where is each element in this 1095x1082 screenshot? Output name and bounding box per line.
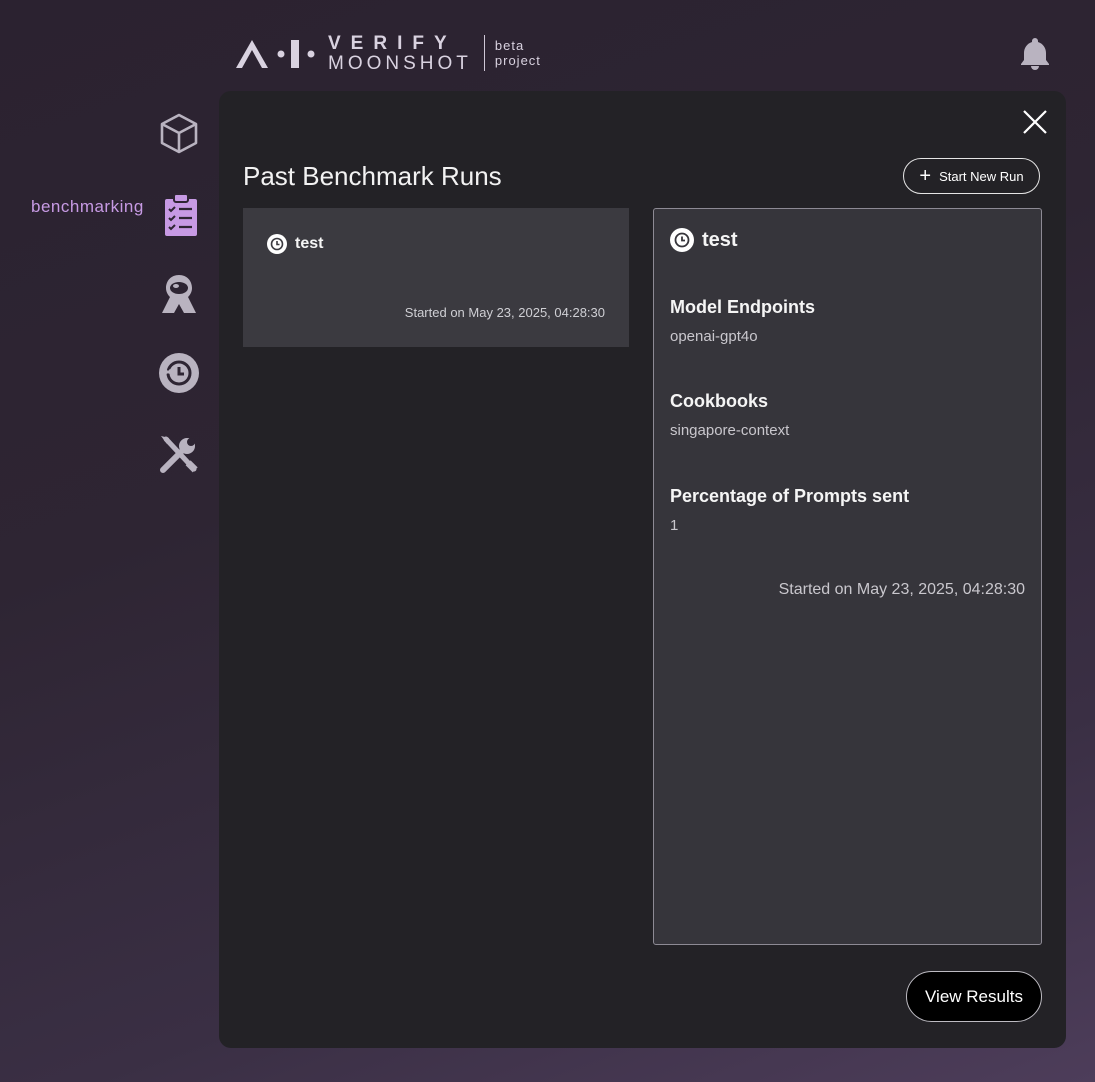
cookbooks-label: Cookbooks — [670, 391, 769, 411]
cube-icon — [160, 113, 198, 154]
sidebar-item-red-teaming[interactable] — [158, 273, 202, 317]
beta-badge: beta project — [495, 38, 541, 68]
bell-icon[interactable] — [1019, 36, 1051, 70]
list-item[interactable]: test Started on May 23, 2025, 04:28:30 — [243, 208, 629, 347]
sidebar-item-models[interactable] — [158, 112, 202, 156]
beta-badge-line-1: beta — [494, 38, 525, 53]
run-detail-card: test Model Endpoints openai-gpt4o Cookbo… — [653, 208, 1042, 945]
start-new-run-label: Start New Run — [939, 168, 1024, 184]
model-endpoints-label: Model Endpoints — [670, 297, 815, 317]
beta-badge-line-2: project — [494, 53, 541, 68]
sidebar-item-benchmarking[interactable]: benchmarking — [28, 192, 204, 238]
run-name: test — [295, 235, 324, 252]
start-new-run-button[interactable]: + Start New Run — [903, 158, 1040, 194]
detail-start-time: Started on May 23, 2025, 04:28:30 — [778, 581, 1025, 598]
page-title: Past Benchmark Runs — [243, 161, 502, 191]
prompts-sent-label: Percentage of Prompts sent — [670, 486, 910, 506]
past-runs-panel: Past Benchmark Runs + Start New Run test… — [219, 91, 1066, 1048]
run-start-time: Started on May 23, 2025, 04:28:30 — [404, 305, 605, 320]
logo-word-moonshot: MOONSHOT — [328, 52, 472, 74]
plus-icon: + — [919, 165, 932, 187]
sidebar-item-utilities[interactable] — [158, 433, 202, 477]
astronaut-icon — [162, 275, 196, 313]
detail-run-name: test — [702, 228, 738, 251]
history-icon — [267, 234, 287, 254]
model-endpoints-value: openai-gpt4o — [670, 328, 758, 345]
cookbooks-value: singapore-context — [670, 422, 790, 439]
logo-mark-icon — [236, 40, 315, 68]
logo-word-verify: VERIFY — [328, 32, 457, 54]
history-icon — [159, 353, 199, 393]
logo-divider — [483, 35, 485, 71]
tools-icon — [160, 436, 198, 473]
prompts-sent-value: 1 — [670, 517, 679, 534]
view-results-button[interactable]: View Results — [906, 971, 1042, 1022]
history-icon — [670, 228, 694, 252]
close-icon[interactable] — [1022, 109, 1048, 135]
sidebar-item-history[interactable] — [158, 352, 202, 396]
sidebar-item-label: benchmarking — [31, 197, 144, 216]
app-logo: VERIFY MOONSHOT beta project — [234, 32, 541, 74]
clipboard-checklist-icon — [165, 193, 197, 236]
